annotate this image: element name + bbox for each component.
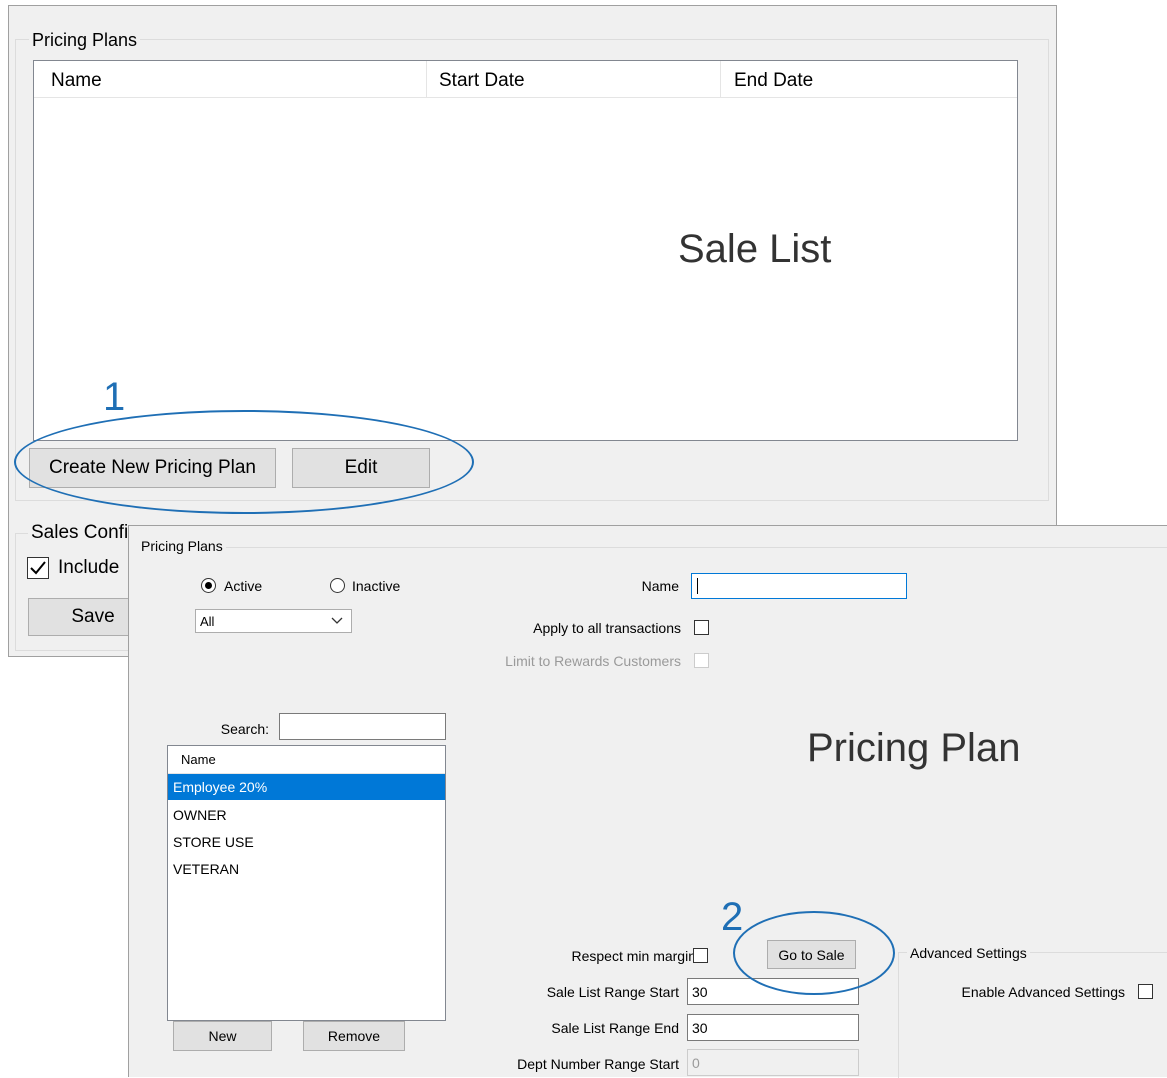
apply-all-checkbox[interactable] — [694, 620, 709, 635]
active-radio[interactable] — [201, 578, 216, 593]
radio-dot — [205, 582, 212, 589]
sale-end-value: 30 — [692, 1019, 708, 1036]
dept-start-input: 0 — [687, 1049, 859, 1076]
step-2-number: 2 — [721, 895, 744, 939]
column-header-end-date[interactable]: End Date — [734, 70, 813, 92]
search-label: Search: — [220, 721, 269, 737]
status-filter-dropdown[interactable]: All — [195, 609, 352, 633]
column-divider — [426, 61, 427, 97]
limit-rewards-checkbox — [694, 653, 709, 668]
list-item[interactable]: VETERAN — [168, 856, 445, 882]
pricing-plans-list[interactable]: Name Employee 20% OWNER STORE USE VETERA… — [167, 745, 446, 1021]
respect-margin-label: Respect min margin — [571, 948, 697, 964]
inactive-radio[interactable] — [330, 578, 345, 593]
list-header-name[interactable]: Name — [181, 752, 216, 767]
enable-advanced-label: Enable Advanced Settings — [961, 984, 1125, 1000]
pricing-plan-callout: Pricing Plan — [807, 726, 1021, 770]
list-item-label: Employee 20% — [173, 779, 268, 795]
list-item-label: STORE USE — [173, 834, 254, 850]
remove-button[interactable]: Remove — [303, 1021, 405, 1051]
name-input[interactable] — [691, 573, 907, 599]
list-item[interactable]: STORE USE — [168, 829, 445, 855]
step-1-number: 1 — [103, 375, 126, 419]
dept-start-label: Dept Number Range Start — [517, 1056, 679, 1072]
title-underline — [226, 547, 1167, 548]
list-header: Name Start Date End Date — [34, 61, 1017, 98]
text-cursor — [697, 578, 698, 594]
search-input[interactable] — [279, 713, 446, 740]
name-label: Name — [641, 578, 679, 594]
advanced-settings-title: Advanced Settings — [907, 945, 1030, 961]
chevron-down-icon — [331, 617, 343, 624]
inactive-radio-label: Inactive — [352, 578, 401, 594]
limit-rewards-label: Limit to Rewards Customers — [505, 653, 681, 669]
column-header-name[interactable]: Name — [51, 70, 102, 92]
list-item-label: VETERAN — [173, 861, 240, 877]
pricing-plans-group-title: Pricing Plans — [29, 30, 141, 51]
list-header: Name — [168, 746, 445, 774]
dept-start-value: 0 — [692, 1054, 700, 1071]
respect-margin-checkbox[interactable] — [693, 948, 708, 963]
new-button[interactable]: New — [173, 1021, 272, 1051]
apply-all-label: Apply to all transactions — [533, 620, 681, 636]
sale-start-label: Sale List Range Start — [546, 984, 679, 1000]
include-label: Include — [58, 557, 120, 578]
sale-start-value: 30 — [692, 983, 708, 1000]
sale-list-view[interactable]: Name Start Date End Date — [33, 60, 1018, 441]
pricing-plans-title: Pricing Plans — [141, 538, 223, 554]
sale-end-label: Sale List Range End — [551, 1020, 679, 1036]
list-item[interactable]: OWNER — [168, 802, 445, 828]
sales-configuration-title: Sales Confi — [28, 522, 132, 544]
sale-end-input[interactable]: 30 — [687, 1014, 859, 1041]
status-filter-value: All — [200, 613, 215, 629]
column-header-start-date[interactable]: Start Date — [439, 70, 525, 92]
list-item-selected[interactable]: Employee 20% — [168, 774, 445, 800]
column-divider — [720, 61, 721, 97]
enable-advanced-checkbox[interactable] — [1138, 984, 1153, 999]
include-checkbox[interactable] — [27, 557, 49, 579]
list-item-label: OWNER — [173, 807, 227, 823]
sale-list-callout: Sale List — [678, 227, 832, 271]
pricing-plan-window: Pricing Plans Active Inactive All Name A… — [128, 525, 1167, 1078]
step-1-highlight-ellipse — [14, 410, 474, 514]
check-icon — [30, 561, 46, 575]
active-radio-label: Active — [224, 578, 263, 594]
step-2-highlight-ellipse — [733, 911, 895, 995]
advanced-settings-group — [898, 952, 1167, 1078]
